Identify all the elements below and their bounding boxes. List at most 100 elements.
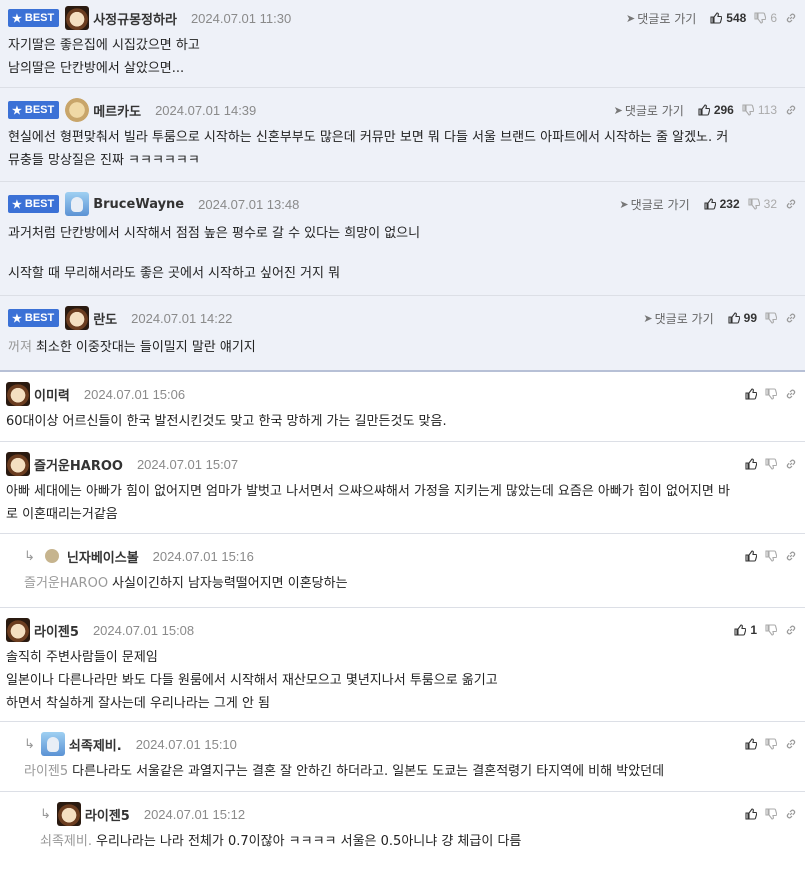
comment-body: 즐거운HAROO 사실이긴하지 남자능력떨어지면 이혼당하는 [24,576,348,591]
avatar [56,802,81,826]
comment-list: ★ BEST 사정규몽정하라 2024.07.01 11:30 ➤ 댓글로 가기 5… [0,0,805,872]
thumbs-up-icon [710,12,723,24]
reply-arrow-icon: ➤ [613,103,623,117]
link-icon[interactable] [785,104,797,116]
downvote-button[interactable] [765,458,777,470]
reply-arrow-icon: ➤ [619,197,629,211]
reply-target[interactable]: 라이젠5 [24,764,68,779]
avatar [65,6,90,30]
reply-arrow-icon: ➤ [626,11,636,25]
thumbs-up-icon [745,388,757,400]
downvote-button[interactable] [765,312,777,324]
nickname[interactable]: 사정규몽정하라 [93,9,177,28]
link-icon[interactable] [785,738,797,750]
reply-target[interactable]: 꺼져 [8,340,32,355]
upvote-button[interactable] [745,738,757,750]
reply-target[interactable]: 즐거운HAROO [24,576,108,591]
comment-date: 2024.07.01 14:39 [155,102,257,118]
comment-body: 아빠 세대에는 아빠가 힘이 없어지면 엄마가 발벗고 나서면서 으쌰으쌰해서 … [6,484,730,522]
go-to-reply-link[interactable]: ➤ 댓글로 가기 [643,310,713,327]
comment-body: 60대이상 어르신들이 한국 발전시킨것도 맞고 한국 망하게 가는 길만든것도… [6,414,447,429]
best-badge: ★ BEST [8,9,60,27]
comment-body: 솔직히 주변사람들이 문제임 일본이나 다른나라만 봐도 다들 원룸에서 시작해… [6,650,498,711]
downvote-button[interactable] [765,624,777,636]
reply-arrow-icon: ↳ [24,736,35,752]
best-comment: ★ BEST 메르카도 2024.07.01 14:39 ➤ 댓글로 가기 296 … [0,88,805,182]
avatar [6,382,30,406]
link-icon[interactable] [785,550,797,562]
upvote-button[interactable]: 99 [728,311,757,325]
go-to-reply-link[interactable]: ➤ 댓글로 가기 [614,102,684,119]
comment-body: 라이젠5 다른나라도 서울같은 과열지구는 결혼 잘 안하긴 하더라고. 일본도 … [24,764,665,779]
nickname[interactable]: 메르카도 [93,101,141,120]
best-comment: ★ BEST BruceWayne 2024.07.01 13:48 ➤ 댓글로 가… [0,182,805,296]
go-to-reply-link[interactable]: ➤ 댓글로 가기 [619,196,689,213]
link-icon[interactable] [785,808,797,820]
thumbs-up-icon [728,312,740,324]
upvote-button[interactable] [745,388,757,400]
comment-body: 현실에선 형편맞춰서 빌라 투룸으로 시작하는 신혼부부도 많은데 커뮤만 보면… [8,130,729,168]
comment-body: 쇠족제비. 우리나라는 나라 전체가 0.7이잖아 ㅋㅋㅋㅋ 서울은 0.5아니냐… [40,834,522,849]
comment: 라이젠5 2024.07.01 15:08 1 솔직히 주변사람들이 문제임 일… [0,608,805,722]
link-icon[interactable] [785,624,797,636]
link-icon[interactable] [785,12,797,24]
comment-body: 꺼져 최소한 이중잣대는 들이밀지 말란 얘기지 [8,340,256,355]
comment-date: 2024.07.01 15:12 [143,806,246,822]
comment-date: 2024.07.01 13:48 [198,196,300,212]
downvote-button[interactable]: 6 [754,11,777,25]
nickname[interactable]: 란도 [93,309,117,328]
avatar [6,618,30,642]
thumbs-down-icon [742,104,754,116]
thumbs-down-icon [765,624,777,636]
avatar [44,549,59,563]
reply-comment: ↳ 쇠족제비. 2024.07.01 15:10 라이젠5 다른나라도 서울같은 … [0,722,805,792]
star-icon: ★ [12,104,22,117]
thumbs-down-icon [748,198,760,210]
comment-date: 2024.07.01 15:08 [92,622,195,638]
upvote-button[interactable]: 1 [734,623,757,637]
nickname[interactable]: BruceWayne [93,197,184,212]
comment-date: 2024.07.01 14:22 [131,310,233,326]
link-icon[interactable] [785,458,797,470]
thumbs-down-icon [765,550,777,562]
go-to-reply-link[interactable]: ➤ 댓글로 가기 [626,10,696,27]
thumbs-up-icon [704,198,716,210]
upvote-button[interactable]: 548 [710,11,746,25]
avatar [65,192,90,216]
best-badge: ★ BEST [8,195,60,213]
upvote-button[interactable]: 296 [698,103,734,117]
upvote-button[interactable] [745,458,757,470]
downvote-button[interactable]: 32 [748,197,777,211]
link-icon[interactable] [785,388,797,400]
upvote-button[interactable]: 232 [704,197,740,211]
thumbs-down-icon [765,808,777,820]
avatar [40,732,65,756]
star-icon: ★ [12,198,22,211]
downvote-button[interactable] [765,738,777,750]
link-icon[interactable] [785,312,797,324]
best-badge: ★ BEST [8,101,60,119]
nickname[interactable]: 쇠족제비. [69,735,122,754]
thumbs-down-icon [765,388,777,400]
nickname[interactable]: 즐거운HAROO [34,455,123,474]
upvote-button[interactable] [745,808,757,820]
comment-date: 2024.07.01 15:07 [136,456,239,472]
thumbs-down-icon [765,458,777,470]
reply-target[interactable]: 쇠족제비. [40,834,92,849]
upvote-button[interactable] [745,550,757,562]
link-icon[interactable] [785,198,797,210]
nickname[interactable]: 닌자베이스볼 [67,547,139,566]
reply-comment: ↳ 라이젠5 2024.07.01 15:12 쇠족제비. 우리나라는 나라 전체… [0,792,805,872]
downvote-button[interactable]: 113 [742,103,777,117]
thumbs-up-icon [734,624,747,636]
thumbs-up-icon [745,458,757,470]
thumbs-down-icon [754,12,767,24]
nickname[interactable]: 라이젠5 [34,621,79,640]
comment-body: 자기딸은 좋은집에 시집갔으면 하고 남의딸은 단칸방에서 살았으면... [8,38,200,76]
downvote-button[interactable] [765,550,777,562]
nickname[interactable]: 이미력 [34,385,70,404]
nickname[interactable]: 라이젠5 [85,805,130,824]
downvote-button[interactable] [765,388,777,400]
comment: 이미력 2024.07.01 15:06 60대이상 어르신들이 한국 발전시킨… [0,372,805,442]
downvote-button[interactable] [765,808,777,820]
